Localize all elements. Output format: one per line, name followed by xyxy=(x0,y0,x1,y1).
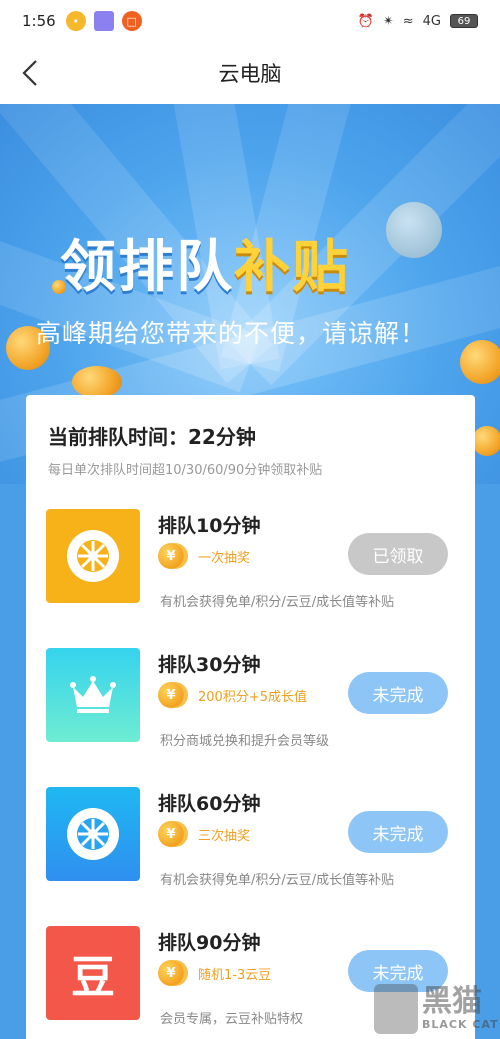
coin-icon: ¥ xyxy=(158,960,184,986)
wheel-icon xyxy=(67,808,119,860)
status-time: 1:56 xyxy=(22,12,56,30)
coin-decoration xyxy=(72,366,122,398)
claimed-button[interactable]: 已领取 xyxy=(348,533,448,575)
task-row-10min: 排队10分钟 ¥ 一次抽奖 有机会获得免单/积分/云豆/成长值等补贴 已领取 xyxy=(46,509,460,619)
status-bar: 1:56 • □ ⏰ ✴ ≈ 4G 69 xyxy=(0,0,500,42)
task-icon-tile: 豆 xyxy=(46,926,140,1020)
task-reward: ¥ 200积分+5成长值 xyxy=(158,682,307,708)
task-note: 积分商城兑换和提升会员等级 xyxy=(160,734,330,749)
save-app-icon xyxy=(93,11,114,31)
notification-app-icon: □ xyxy=(121,11,142,31)
coin-decoration xyxy=(460,340,500,384)
back-button[interactable] xyxy=(12,54,48,92)
wheel-icon xyxy=(67,530,119,582)
chat-app-icon: • xyxy=(65,11,86,31)
task-row-60min: 排队60分钟 ¥ 三次抽奖 有机会获得免单/积分/云豆/成长值等补贴 未完成 xyxy=(46,787,460,897)
status-icons: ⏰ ✴ ≈ 4G 69 xyxy=(358,14,478,29)
task-name: 排队30分钟 xyxy=(158,654,261,676)
pending-button[interactable]: 未完成 xyxy=(348,672,448,714)
task-note: 有机会获得免单/积分/云豆/成长值等补贴 xyxy=(160,873,395,888)
reward-text: 一次抽奖 xyxy=(198,550,251,566)
queue-time-title: 当前排队时间：22分钟 xyxy=(48,425,256,449)
coin-decoration xyxy=(386,202,442,258)
wifi-icon: ≈ xyxy=(402,13,414,29)
coin-decoration xyxy=(472,426,500,456)
coin-icon: ¥ xyxy=(158,821,184,847)
black-cat-watermark: 黑猫 BLACK CAT xyxy=(374,978,500,1039)
bluetooth-icon: ✴ xyxy=(382,13,394,29)
task-name: 排队10分钟 xyxy=(158,515,261,537)
bean-icon: 豆 xyxy=(71,952,115,1003)
task-note: 会员专属，云豆补贴特权 xyxy=(160,1012,304,1027)
coin-icon: ¥ xyxy=(158,682,184,708)
cat-logo-icon xyxy=(374,983,418,1034)
reward-text: 200积分+5成长值 xyxy=(198,689,307,705)
reward-text: 随机1-3云豆 xyxy=(198,967,272,983)
task-reward: ¥ 随机1-3云豆 xyxy=(158,960,271,986)
headline-white: 领排队 xyxy=(60,235,234,300)
watermark-en: BLACK CAT xyxy=(422,1018,499,1031)
queue-description: 每日单次排队时间超10/30/60/90分钟领取补贴 xyxy=(48,463,323,478)
alarm-icon: ⏰ xyxy=(357,13,374,29)
battery-level: 69 xyxy=(457,15,471,27)
watermark-cn: 黑猫 xyxy=(422,984,482,1019)
battery-icon: 69 xyxy=(450,14,478,28)
subsidy-card: 当前排队时间：22分钟 每日单次排队时间超10/30/60/90分钟领取补贴 排… xyxy=(26,395,475,1039)
pending-button[interactable]: 未完成 xyxy=(348,811,448,853)
banner-headline: 领排队补贴 xyxy=(60,222,350,303)
task-row-30min: 排队30分钟 ¥ 200积分+5成长值 积分商城兑换和提升会员等级 未完成 xyxy=(46,648,460,758)
reward-text: 三次抽奖 xyxy=(198,828,251,844)
crown-icon xyxy=(70,676,116,713)
watermark-text: 黑猫 BLACK CAT xyxy=(422,984,499,1032)
task-note: 有机会获得免单/积分/云豆/成长值等补贴 xyxy=(160,595,395,610)
task-icon-tile xyxy=(46,509,140,603)
banner-subtitle: 高峰期给您带来的不便，请谅解！ xyxy=(36,319,427,348)
network-label: 4G xyxy=(422,13,441,29)
task-name: 排队60分钟 xyxy=(158,793,261,815)
task-reward: ¥ 一次抽奖 xyxy=(158,543,250,569)
coin-icon: ¥ xyxy=(158,543,184,569)
chevron-left-icon xyxy=(22,60,37,86)
task-reward: ¥ 三次抽奖 xyxy=(158,821,250,847)
page-title: 云电脑 xyxy=(218,62,282,86)
headline-yellow: 补贴 xyxy=(234,235,350,300)
task-icon-tile xyxy=(46,648,140,742)
task-icon-tile xyxy=(46,787,140,881)
nav-bar: 云电脑 xyxy=(0,42,500,104)
task-name: 排队90分钟 xyxy=(158,932,261,954)
